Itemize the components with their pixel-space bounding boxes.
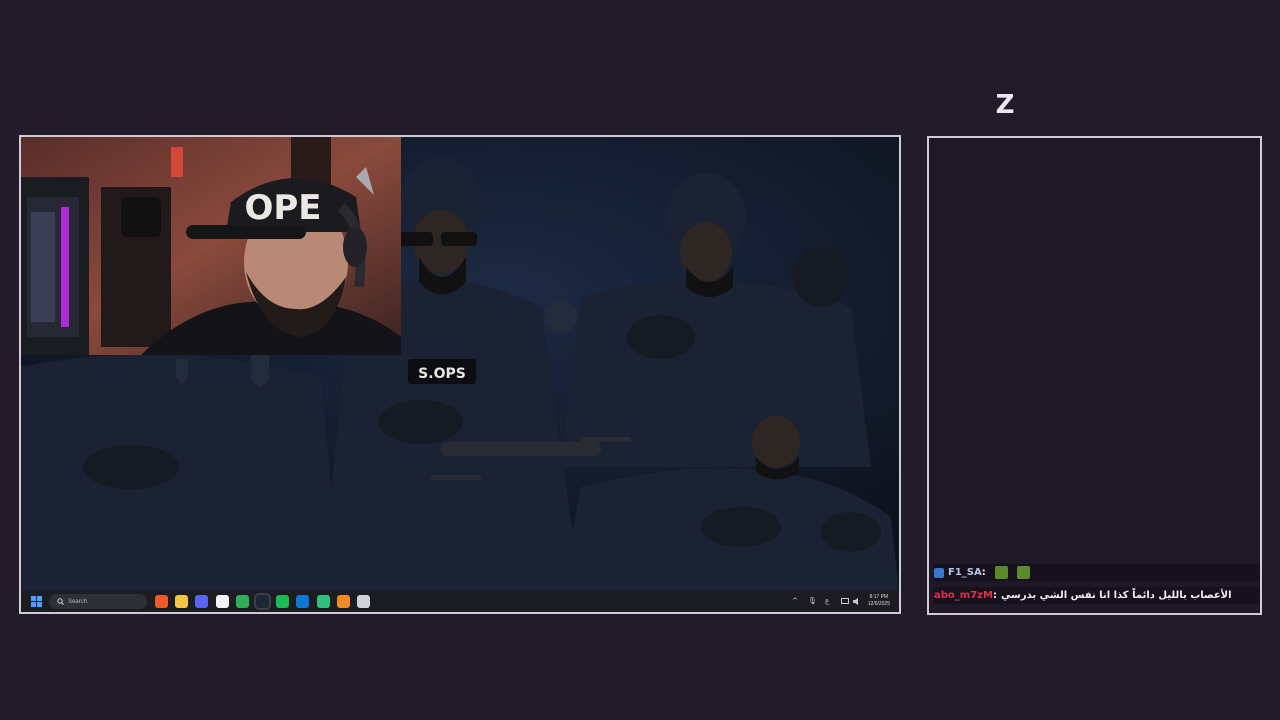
windows-start-icon[interactable]: [31, 596, 42, 607]
clock-date: 12/6/2025: [867, 601, 890, 607]
chat-overlay: F1_SA : abo_m7zM : الأعصاب بالليل دائماً…: [927, 136, 1262, 615]
clock-time: 8:17 PM: [869, 594, 889, 600]
channel-logo: Z: [995, 90, 1015, 120]
tray-volume-icon[interactable]: [853, 598, 861, 605]
chat-username: F1_SA: [948, 567, 982, 578]
webcam-feed: OPE: [21, 137, 401, 355]
chat-message: F1_SA :: [934, 564, 1260, 581]
sops-patch-text: S.OPS: [418, 366, 466, 382]
tray-mic-icon[interactable]: 🎙: [808, 597, 817, 606]
pepe-emote-icon: [994, 566, 1008, 579]
terminal-icon[interactable]: [357, 595, 370, 608]
chrome-icon[interactable]: [235, 595, 249, 608]
brave-icon[interactable]: [155, 595, 168, 608]
chat-message: abo_m7zM : الأعصاب بالليل دائماً كذا انا…: [934, 587, 1260, 604]
chat-separator: :: [981, 567, 986, 578]
steelseries-icon[interactable]: [215, 595, 229, 608]
webcam-overlay: OPE: [21, 137, 401, 355]
search-icon: [57, 598, 64, 605]
user-badge-icon: [934, 567, 944, 578]
chat-separator: :: [992, 590, 997, 601]
cap-logo-text: OPE: [244, 188, 321, 228]
chat-message-text: الأعصاب بالليل دائماً كذا انا نفس الشي ب…: [1000, 590, 1232, 601]
spotify-icon[interactable]: [276, 595, 290, 608]
app-orange-icon[interactable]: [336, 595, 350, 608]
app-green-icon[interactable]: [316, 595, 330, 608]
outlook-icon[interactable]: [296, 595, 310, 608]
tray-display-icon[interactable]: [841, 598, 849, 605]
discord-icon[interactable]: [195, 595, 209, 608]
tray-chevron-icon[interactable]: ^: [792, 597, 798, 606]
steam-icon[interactable]: [254, 593, 271, 610]
taskbar-search-box[interactable]: Search: [49, 594, 147, 609]
search-placeholder: Search: [68, 598, 88, 605]
windows-taskbar: Search ^ 🎙 ع 8:17 PM 12/6/2025: [21, 591, 899, 612]
screen-capture: S.OPS OPE Search ^ 🎙 ع 8:17 PM 12/6/2025: [19, 135, 901, 614]
tray-language-indicator[interactable]: ع: [825, 597, 829, 606]
pepe-emote-icon: [1016, 566, 1030, 579]
taskbar-clock[interactable]: 8:17 PM 12/6/2025: [868, 594, 890, 608]
chat-username: abo_m7zM: [934, 590, 993, 601]
file-explorer-icon[interactable]: [175, 595, 189, 608]
